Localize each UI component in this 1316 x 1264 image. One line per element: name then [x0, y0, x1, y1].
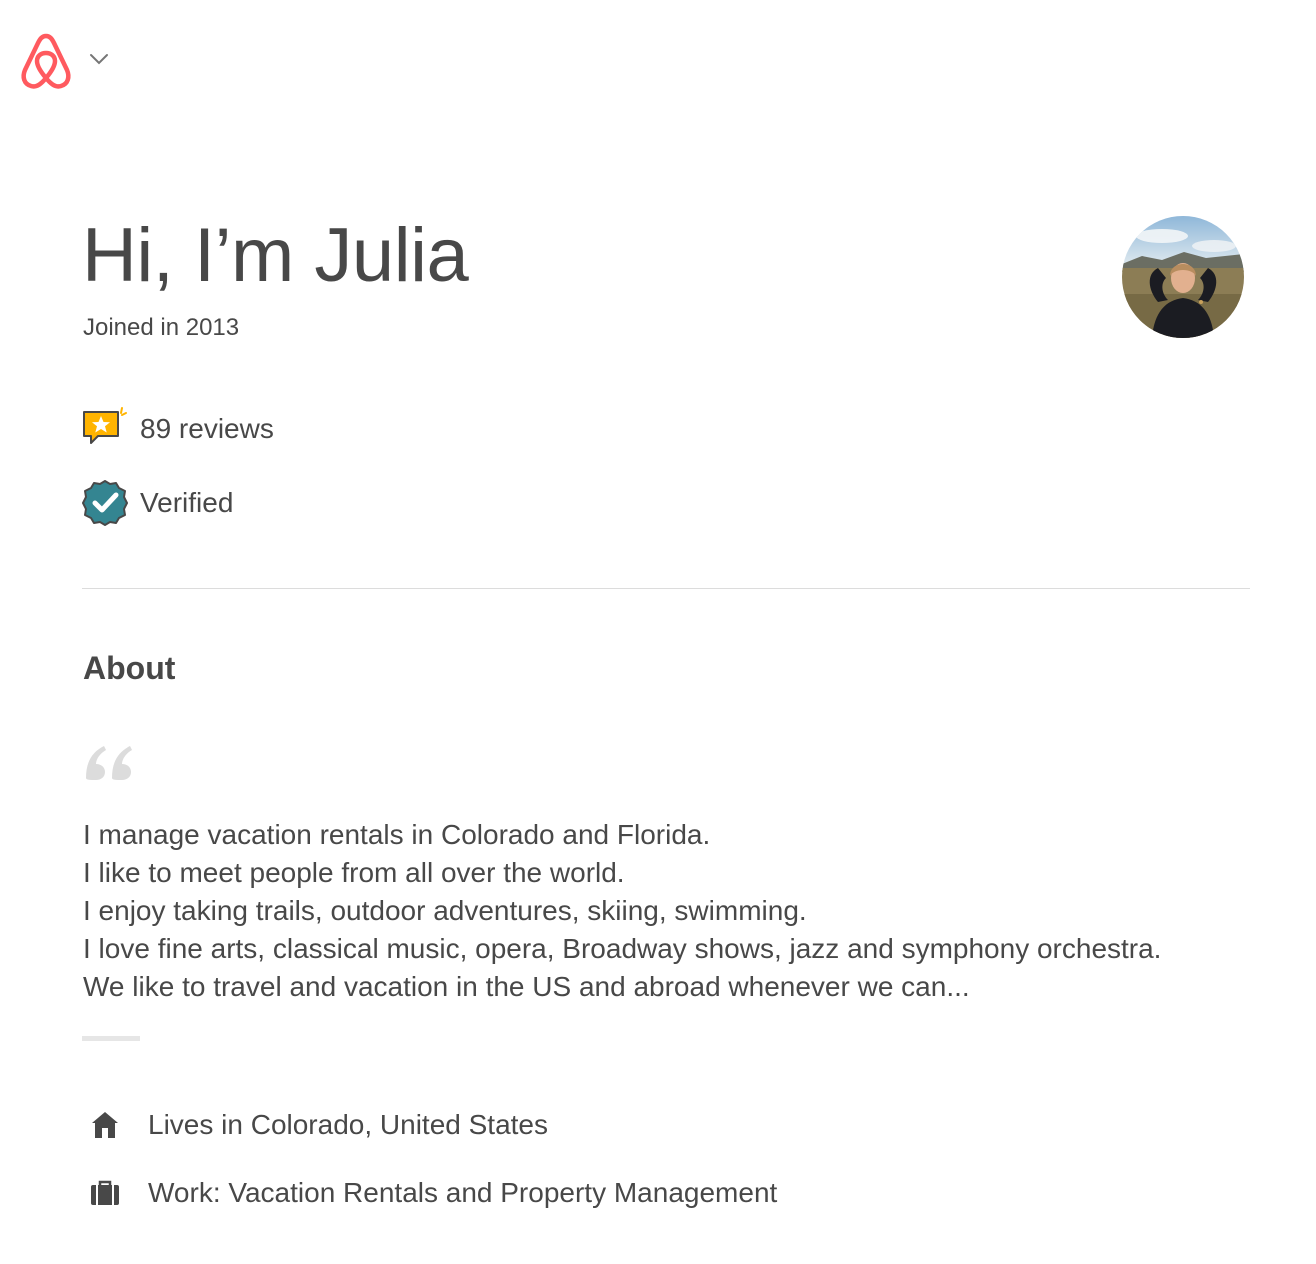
short-divider: [82, 1036, 140, 1041]
about-description: I manage vacation rentals in Colorado an…: [83, 819, 1162, 1002]
joined-date: Joined in 2013: [83, 314, 240, 341]
user-avatar[interactable]: [1122, 216, 1244, 338]
work-label: Work: Vacation Rentals and Property Mana…: [148, 1177, 778, 1208]
verified-label: Verified: [140, 487, 234, 518]
briefcase-icon: [91, 1180, 119, 1205]
quote-icon: [86, 746, 132, 780]
verified-check-icon: [82, 480, 128, 526]
top-header: [0, 0, 1316, 120]
reviews-star-icon: [83, 407, 127, 444]
lives-in-info: Lives in Colorado, United States: [88, 1108, 548, 1142]
section-divider: [82, 588, 1250, 589]
chevron-down-icon[interactable]: [88, 48, 110, 70]
reviews-link[interactable]: 89 reviews: [80, 404, 274, 454]
lives-in-label: Lives in Colorado, United States: [148, 1109, 548, 1140]
page-title: Hi, I’m Julia: [82, 213, 469, 298]
work-info: Work: Vacation Rentals and Property Mana…: [88, 1176, 777, 1210]
airbnb-logo-icon[interactable]: [18, 30, 74, 92]
about-heading: About: [83, 650, 176, 686]
home-icon: [92, 1112, 118, 1138]
verified-badge: Verified: [80, 478, 233, 528]
avatar-photo: [1122, 216, 1244, 338]
reviews-count: 89 reviews: [140, 413, 274, 444]
